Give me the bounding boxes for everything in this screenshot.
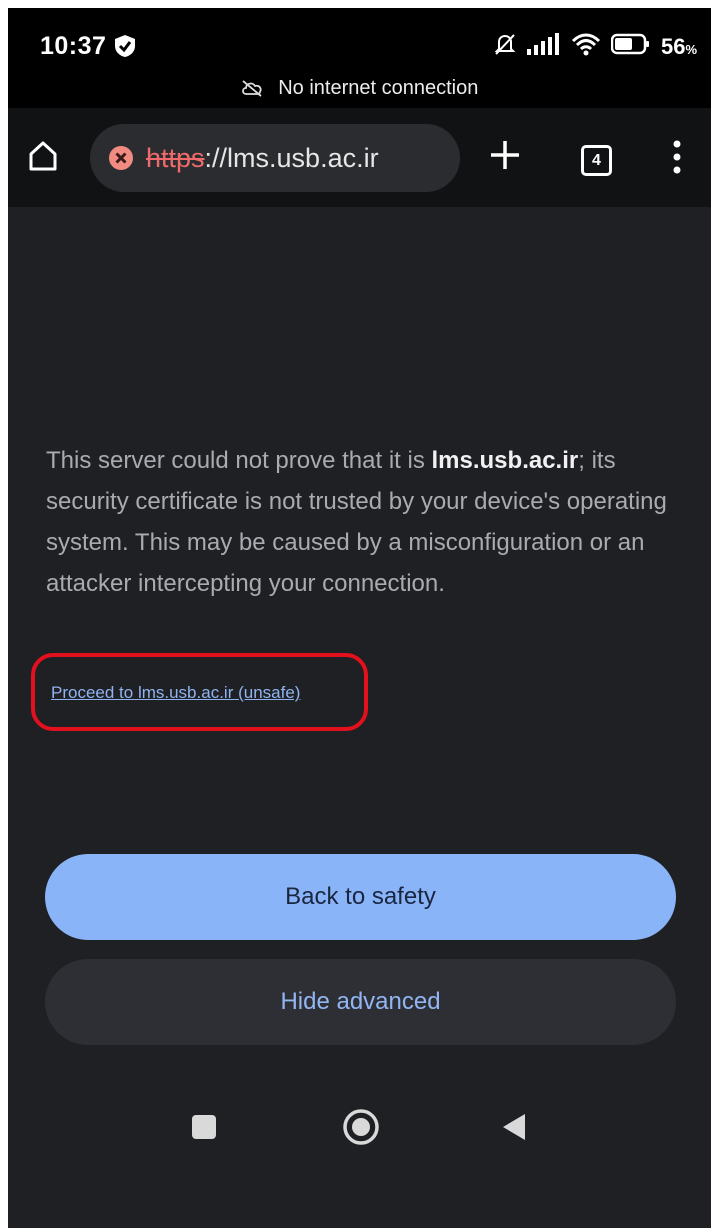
browser-toolbar: https://lms.usb.ac.ir 4 — [8, 108, 711, 207]
hide-advanced-button[interactable]: Hide advanced — [45, 959, 676, 1045]
url-host: ://lms.usb.ac.ir — [204, 143, 379, 173]
back-triangle-icon[interactable] — [501, 1112, 527, 1147]
highlight-circle: Proceed to lms.usb.ac.ir (unsafe) — [31, 653, 368, 731]
url-scheme: https — [146, 143, 205, 173]
message-text-start: This server could not prove that it is — [46, 447, 432, 474]
proceed-unsafe-link[interactable]: Proceed to lms.usb.ac.ir (unsafe) — [51, 683, 300, 703]
new-tab-icon[interactable] — [488, 138, 522, 177]
battery-unit: % — [685, 41, 697, 57]
message-domain: lms.usb.ac.ir — [431, 447, 579, 474]
home-icon[interactable] — [28, 140, 58, 177]
battery-icon — [610, 33, 651, 60]
not-secure-icon[interactable] — [108, 145, 134, 176]
shield-check-icon — [114, 34, 136, 63]
no-internet-banner: No internet connection — [8, 77, 711, 100]
url-bar[interactable]: https://lms.usb.ac.ir — [90, 124, 460, 192]
battery-value: 56 — [660, 33, 686, 59]
cloud-off-icon — [241, 77, 279, 99]
wifi-icon — [571, 32, 601, 61]
signal-icon — [526, 33, 561, 60]
status-time: 10:37 — [40, 32, 107, 60]
status-bar: 10:37 56% No internet connection — [8, 8, 711, 108]
phone-screen: 10:37 56% No internet connection https:/… — [8, 8, 711, 1228]
status-icons: 56% — [493, 32, 697, 61]
battery-percent: 56% — [661, 34, 697, 60]
connection-notice: No internet connection — [278, 77, 479, 99]
tab-switcher-icon[interactable]: 4 — [581, 145, 612, 176]
mute-bell-icon — [493, 32, 517, 61]
back-to-safety-button[interactable]: Back to safety — [45, 854, 676, 940]
more-menu-icon[interactable] — [672, 140, 682, 179]
system-nav-bar — [8, 1078, 711, 1168]
recents-icon[interactable] — [192, 1115, 216, 1139]
security-message: This server could not prove that it is l… — [46, 440, 676, 604]
url-text[interactable]: https://lms.usb.ac.ir — [146, 143, 379, 174]
home-circle-icon[interactable] — [342, 1108, 380, 1151]
